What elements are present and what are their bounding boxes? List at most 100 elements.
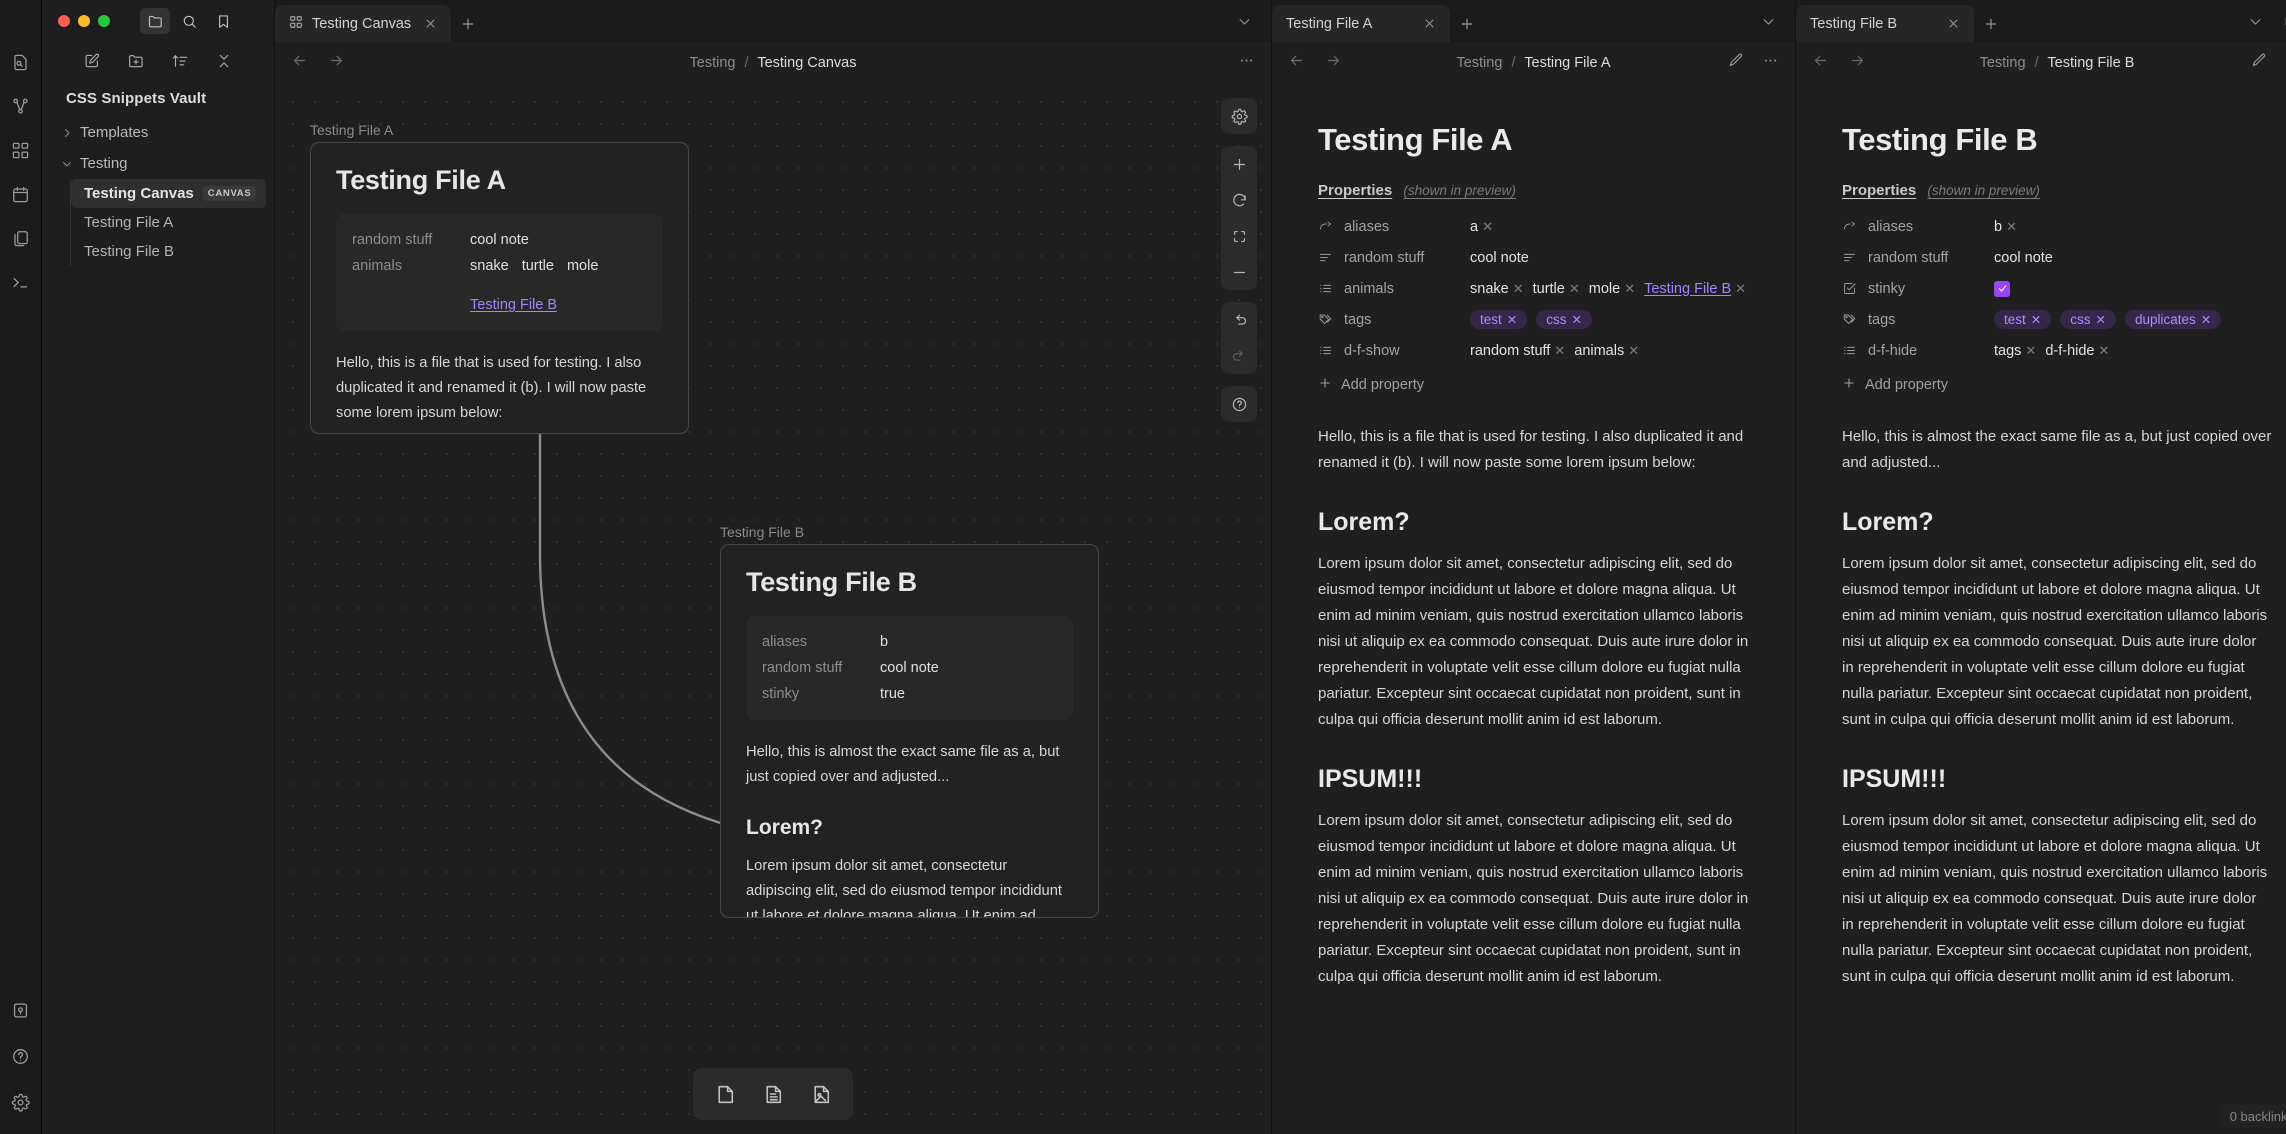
canvas-node-b[interactable]: Testing File B aliases b random stuff co… bbox=[720, 544, 1099, 918]
property-value-list[interactable]: cool note bbox=[1470, 250, 1529, 266]
vault-icon[interactable] bbox=[11, 1000, 31, 1020]
remove-icon[interactable]: ✕ bbox=[1628, 343, 1639, 358]
close-icon[interactable] bbox=[420, 14, 440, 34]
back-icon[interactable] bbox=[291, 52, 308, 74]
canvas-surface[interactable]: Testing File A Testing File A random stu… bbox=[275, 84, 1271, 1134]
quick-switcher-icon[interactable] bbox=[11, 52, 31, 72]
property-value-list[interactable]: cool note bbox=[1994, 250, 2053, 266]
file-testing-file-b[interactable]: Testing File B bbox=[71, 237, 266, 266]
toggle-right-sidebar-icon[interactable] bbox=[2276, 6, 2286, 36]
undo-icon[interactable] bbox=[1221, 302, 1257, 338]
templates-icon[interactable] bbox=[11, 228, 31, 248]
remove-icon[interactable]: ✕ bbox=[1572, 312, 1582, 327]
remove-icon[interactable]: ✕ bbox=[2096, 312, 2106, 327]
sort-icon[interactable] bbox=[171, 52, 189, 75]
remove-icon[interactable]: ✕ bbox=[2201, 312, 2211, 327]
help-icon[interactable] bbox=[11, 1046, 31, 1066]
remove-icon[interactable]: ✕ bbox=[1554, 343, 1565, 358]
remove-icon[interactable]: ✕ bbox=[1624, 281, 1635, 296]
property-value-list[interactable]: tags ✕ d-f-hide ✕ bbox=[1994, 343, 2109, 359]
remove-icon[interactable]: ✕ bbox=[1735, 281, 1746, 296]
remove-icon[interactable]: ✕ bbox=[1569, 281, 1580, 296]
add-note-icon[interactable] bbox=[751, 1074, 795, 1114]
property-value-list[interactable]: a ✕ bbox=[1470, 219, 1493, 235]
new-tab-button[interactable] bbox=[1450, 5, 1484, 42]
canvas-prop-link[interactable]: Testing File B bbox=[470, 292, 557, 318]
settings-icon[interactable] bbox=[11, 1092, 31, 1112]
gear-icon[interactable] bbox=[1221, 98, 1257, 134]
new-tab-button[interactable] bbox=[1974, 5, 2008, 42]
reset-zoom-icon[interactable] bbox=[1221, 182, 1257, 218]
minimize-window-button[interactable] bbox=[78, 15, 90, 27]
remove-icon[interactable]: ✕ bbox=[2025, 343, 2036, 358]
property-row-tags[interactable]: tags test ✕ css ✕ duplicates ✕ bbox=[1842, 304, 2272, 335]
folder-templates[interactable]: Templates bbox=[50, 117, 274, 148]
remove-icon[interactable]: ✕ bbox=[1513, 281, 1524, 296]
help-icon[interactable] bbox=[1221, 386, 1257, 422]
property-row-d-f-hide[interactable]: d-f-hide tags ✕ d-f-hide ✕ bbox=[1842, 335, 2272, 366]
property-value-list[interactable]: random stuff ✕ animals ✕ bbox=[1470, 343, 1639, 359]
property-value-list[interactable]: b ✕ bbox=[1994, 219, 2017, 235]
new-note-icon[interactable] bbox=[83, 52, 101, 75]
file-a-content[interactable]: Testing File A Properties (shown in prev… bbox=[1272, 84, 1795, 1134]
property-row-random-stuff[interactable]: random stuff cool note bbox=[1842, 242, 2272, 273]
property-row-tags[interactable]: tags test ✕ css ✕ bbox=[1318, 304, 1749, 335]
stinky-checkbox[interactable] bbox=[1994, 280, 2010, 297]
back-icon[interactable] bbox=[1288, 52, 1305, 74]
remove-icon[interactable]: ✕ bbox=[1507, 312, 1517, 327]
add-card-icon[interactable] bbox=[703, 1074, 747, 1114]
tab-list-chevron-down-icon[interactable] bbox=[1753, 6, 1783, 36]
file-testing-canvas[interactable]: Testing Canvas CANVAS bbox=[71, 179, 266, 208]
terminal-icon[interactable] bbox=[11, 272, 31, 292]
property-row-random-stuff[interactable]: random stuff cool note bbox=[1318, 242, 1749, 273]
zoom-to-fit-icon[interactable] bbox=[1221, 218, 1257, 254]
property-row-animals[interactable]: animals snake ✕ turtle ✕ mole ✕ Testing Fil… bbox=[1318, 273, 1749, 304]
remove-icon[interactable]: ✕ bbox=[2031, 312, 2041, 327]
property-value-list[interactable] bbox=[1994, 280, 2010, 297]
close-window-button[interactable] bbox=[58, 15, 70, 27]
zoom-in-icon[interactable] bbox=[1221, 146, 1257, 182]
add-media-icon[interactable] bbox=[799, 1074, 843, 1114]
more-options-icon[interactable] bbox=[1238, 52, 1255, 74]
maximize-window-button[interactable] bbox=[98, 15, 110, 27]
new-folder-icon[interactable] bbox=[127, 52, 145, 75]
back-icon[interactable] bbox=[1812, 52, 1829, 74]
new-tab-button[interactable] bbox=[451, 5, 485, 42]
tab-testing-canvas[interactable]: Testing Canvas bbox=[275, 5, 452, 42]
property-value-list[interactable]: test ✕ css ✕ duplicates ✕ bbox=[1994, 310, 2222, 329]
remove-icon[interactable]: ✕ bbox=[1482, 219, 1493, 234]
tab-list-chevron-down-icon[interactable] bbox=[1229, 6, 1259, 36]
tag-chip[interactable]: test ✕ bbox=[1994, 310, 2052, 329]
status-bar-backlinks[interactable]: 0 backlinks bbox=[2219, 1105, 2286, 1128]
folder-icon[interactable] bbox=[140, 8, 170, 34]
tag-chip[interactable]: css ✕ bbox=[1536, 310, 1592, 329]
tag-chip[interactable]: test ✕ bbox=[1470, 310, 1528, 329]
property-value-list[interactable]: snake ✕ turtle ✕ mole ✕ Testing File B ✕ bbox=[1470, 281, 1746, 297]
tag-chip[interactable]: css ✕ bbox=[2060, 310, 2116, 329]
file-testing-file-a[interactable]: Testing File A bbox=[71, 208, 266, 237]
close-icon[interactable] bbox=[1943, 14, 1963, 34]
folder-testing[interactable]: Testing bbox=[50, 148, 274, 179]
add-property-button[interactable]: Add property bbox=[1318, 376, 1749, 394]
property-row-d-f-show[interactable]: d-f-show random stuff ✕ animals ✕ bbox=[1318, 335, 1749, 366]
more-options-icon[interactable] bbox=[1762, 52, 1779, 74]
zoom-out-icon[interactable] bbox=[1221, 254, 1257, 290]
edit-mode-icon[interactable] bbox=[1727, 52, 1744, 74]
forward-icon[interactable] bbox=[1325, 52, 1342, 74]
bookmark-icon[interactable] bbox=[208, 8, 238, 34]
file-b-content[interactable]: Testing File B Properties (shown in prev… bbox=[1796, 84, 2286, 1134]
property-row-aliases[interactable]: aliases b ✕ bbox=[1842, 211, 2272, 242]
tab-testing-file-b[interactable]: Testing File B bbox=[1796, 5, 1974, 42]
tab-testing-file-a[interactable]: Testing File A bbox=[1272, 5, 1450, 42]
remove-icon[interactable]: ✕ bbox=[2099, 343, 2110, 358]
remove-icon[interactable]: ✕ bbox=[2006, 219, 2017, 234]
tab-list-chevron-down-icon[interactable] bbox=[2240, 6, 2270, 36]
forward-icon[interactable] bbox=[328, 52, 345, 74]
forward-icon[interactable] bbox=[1849, 52, 1866, 74]
close-icon[interactable] bbox=[1419, 14, 1439, 34]
property-value-link[interactable]: Testing File B bbox=[1644, 281, 1731, 297]
graph-view-icon[interactable] bbox=[11, 96, 31, 116]
collapse-all-icon[interactable] bbox=[215, 52, 233, 75]
edit-mode-icon[interactable] bbox=[2250, 52, 2267, 74]
tag-chip[interactable]: duplicates ✕ bbox=[2124, 310, 2222, 329]
